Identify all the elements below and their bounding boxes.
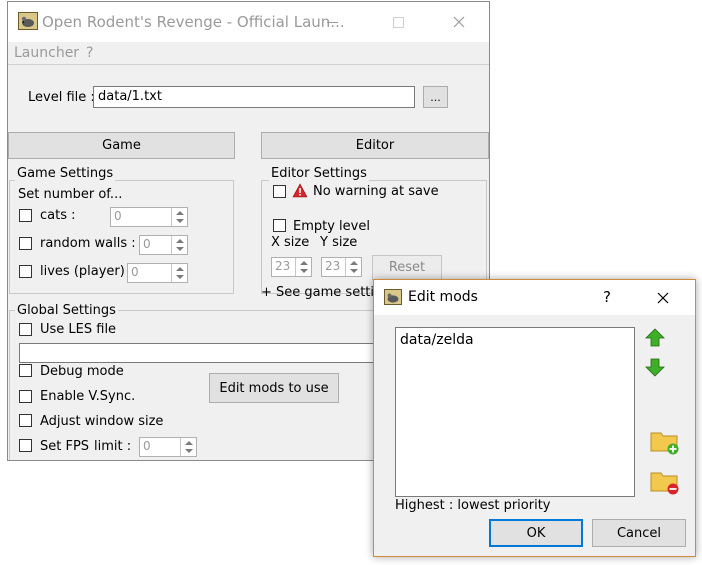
- see-game-settings-link[interactable]: + See game setting: [261, 285, 391, 300]
- level-file-input[interactable]: data/1.txt: [93, 86, 415, 108]
- no-warning-checkbox[interactable]: [273, 185, 286, 198]
- random-walls-checkbox[interactable]: [19, 237, 32, 250]
- debug-mode-label: Debug mode: [40, 364, 124, 379]
- move-up-button[interactable]: [644, 327, 666, 349]
- cats-spin-arrows[interactable]: [171, 208, 187, 226]
- edit-mods-title: Edit mods: [408, 289, 478, 305]
- editor-tab-button[interactable]: Editor: [261, 132, 489, 159]
- vsync-label: Enable V.Sync.: [40, 389, 136, 404]
- spin-down-icon: [176, 275, 184, 279]
- close-icon: [453, 16, 465, 28]
- set-number-label: Set number of...: [18, 187, 123, 202]
- adjust-window-checkbox[interactable]: [19, 414, 32, 427]
- arrow-up-icon: [645, 328, 665, 347]
- x-size-value: 23: [275, 259, 291, 273]
- cats-spinner[interactable]: 0: [110, 207, 188, 227]
- fps-spin-arrows[interactable]: [180, 438, 196, 456]
- dialog-close-button[interactable]: [653, 288, 673, 308]
- y-size-label: Y size: [320, 235, 358, 250]
- x-size-label: X size: [271, 235, 310, 250]
- mods-listbox[interactable]: data/zelda: [395, 327, 635, 497]
- remove-mod-button[interactable]: [649, 467, 681, 495]
- cats-label: cats :: [40, 208, 76, 223]
- spin-down-icon: [176, 219, 184, 223]
- warning-icon: [292, 183, 308, 198]
- debug-mode-checkbox[interactable]: [19, 364, 32, 377]
- lives-spin-arrows[interactable]: [171, 264, 187, 282]
- dialog-help-button[interactable]: ?: [603, 288, 611, 306]
- lives-spinner[interactable]: 0: [127, 263, 188, 283]
- mod-list-item[interactable]: data/zelda: [400, 332, 474, 348]
- fps-value: 0: [143, 439, 151, 453]
- cancel-button[interactable]: Cancel: [592, 519, 686, 547]
- priority-label: Highest : lowest priority: [395, 498, 551, 513]
- spin-down-icon: [185, 449, 193, 453]
- close-icon: [657, 292, 669, 304]
- spin-down-icon: [176, 247, 184, 251]
- no-warning-label: No warning at save: [313, 184, 439, 199]
- arrow-down-icon: [645, 358, 665, 377]
- spin-down-icon: [300, 269, 308, 273]
- random-walls-value: 0: [143, 237, 151, 251]
- y-size-value: 23: [325, 259, 341, 273]
- minimize-icon: [327, 22, 338, 23]
- y-size-spin-arrows[interactable]: [345, 258, 361, 276]
- launcher-title: Open Rodent's Revenge - Official Laun...: [42, 13, 345, 31]
- lives-value: 0: [131, 265, 139, 279]
- minimize-button[interactable]: [324, 14, 342, 30]
- spin-up-icon: [176, 211, 184, 215]
- move-down-button[interactable]: [644, 356, 666, 378]
- spin-down-icon: [350, 269, 358, 273]
- spin-up-icon: [300, 261, 308, 265]
- app-mouse-icon: [18, 12, 38, 30]
- menu-bar: Launcher ?: [8, 42, 489, 65]
- edit-mods-titlebar: Edit mods ?: [374, 280, 695, 315]
- use-les-label: Use LES file: [40, 322, 117, 337]
- game-tab-button[interactable]: Game: [8, 132, 235, 159]
- close-button[interactable]: [449, 12, 469, 32]
- edit-mods-dialog: Edit mods ? data/zelda Highest: lowest …: [373, 279, 696, 557]
- game-settings-title: Game Settings: [15, 166, 116, 181]
- spin-up-icon: [350, 261, 358, 265]
- empty-level-label: Empty level: [293, 219, 370, 234]
- global-settings-title: Global Settings: [15, 303, 118, 318]
- lives-label: lives (player): [40, 264, 125, 279]
- editor-settings-title: Editor Settings: [269, 166, 369, 181]
- maximize-button[interactable]: [390, 14, 408, 30]
- spin-up-icon: [176, 239, 184, 243]
- folder-remove-icon: [650, 472, 679, 495]
- empty-level-checkbox[interactable]: [273, 219, 286, 232]
- maximize-icon: [393, 17, 404, 28]
- fps-limit-label: limit :: [94, 439, 132, 454]
- lives-checkbox[interactable]: [19, 265, 32, 278]
- fps-spinner[interactable]: 0: [139, 437, 197, 457]
- spin-up-icon: [185, 441, 193, 445]
- spin-up-icon: [176, 267, 184, 271]
- edit-mods-button[interactable]: Edit mods to use: [209, 373, 339, 403]
- random-walls-spin-arrows[interactable]: [171, 236, 187, 254]
- menu-help[interactable]: ?: [86, 45, 93, 61]
- level-file-label: Level file :: [28, 90, 95, 105]
- vsync-checkbox[interactable]: [19, 390, 32, 403]
- dialog-mouse-icon: [384, 289, 402, 305]
- set-fps-checkbox[interactable]: [19, 439, 32, 452]
- browse-button[interactable]: ...: [423, 86, 448, 108]
- reset-button[interactable]: Reset: [372, 255, 442, 280]
- set-fps-label: Set FPS: [40, 439, 90, 454]
- ok-button[interactable]: OK: [489, 519, 583, 547]
- random-walls-label: random walls :: [40, 236, 136, 251]
- cats-value: 0: [114, 209, 122, 223]
- adjust-window-label: Adjust window size: [40, 414, 164, 429]
- y-size-spinner[interactable]: 23: [321, 257, 362, 277]
- x-size-spinner[interactable]: 23: [271, 257, 312, 277]
- launcher-titlebar: Open Rodent's Revenge - Official Laun...: [8, 2, 489, 42]
- add-mod-button[interactable]: [649, 427, 681, 455]
- random-walls-spinner[interactable]: 0: [139, 235, 188, 255]
- x-size-spin-arrows[interactable]: [295, 258, 311, 276]
- folder-add-icon: [650, 432, 679, 455]
- use-les-checkbox[interactable]: [19, 323, 32, 336]
- cats-checkbox[interactable]: [19, 209, 32, 222]
- menu-launcher[interactable]: Launcher: [14, 45, 79, 61]
